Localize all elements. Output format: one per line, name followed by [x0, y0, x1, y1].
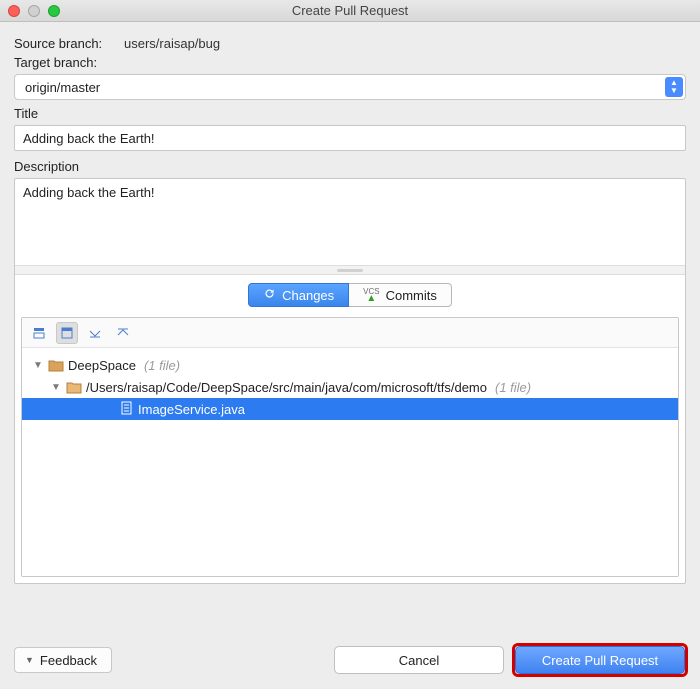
window-title: Create Pull Request [0, 3, 700, 18]
title-label-row: Title [14, 106, 686, 121]
group-by-icon[interactable] [28, 322, 50, 344]
tree-root-count: (1 file) [144, 358, 180, 373]
target-branch-select[interactable]: origin/master ▲▼ [14, 74, 686, 100]
cancel-label: Cancel [399, 653, 439, 668]
file-icon [120, 401, 134, 418]
source-branch-value: users/raisap/bug [124, 36, 220, 51]
collapse-all-icon[interactable] [112, 322, 134, 344]
changes-toolbar [22, 318, 678, 348]
chevron-updown-icon: ▲▼ [665, 77, 683, 97]
cancel-button[interactable]: Cancel [334, 646, 504, 674]
tree-file-label: ImageService.java [138, 402, 245, 417]
description-label: Description [14, 159, 79, 174]
tree-path[interactable]: ▼ /Users/raisap/Code/DeepSpace/src/main/… [28, 376, 672, 398]
folder-icon [48, 359, 64, 372]
footer: ▼ Feedback Cancel Create Pull Request [0, 633, 700, 689]
description-label-row: Description [14, 159, 686, 174]
source-branch-row: Source branch: users/raisap/bug [14, 36, 686, 51]
arrow-up-icon: ▲ [366, 295, 376, 303]
folder-icon [66, 381, 82, 394]
target-branch-label: Target branch: [14, 55, 97, 70]
description-area: Adding back the Earth! Changes VCS ▲ Com… [14, 178, 686, 584]
feedback-label: Feedback [40, 653, 97, 668]
chevron-down-icon: ▼ [50, 382, 62, 393]
expand-all-icon[interactable] [84, 322, 106, 344]
target-branch-value: origin/master [25, 80, 100, 95]
tab-changes-label: Changes [282, 288, 334, 303]
create-pr-highlight: Create Pull Request [514, 645, 686, 675]
feedback-button[interactable]: ▼ Feedback [14, 647, 112, 673]
changes-commits-tabs: Changes VCS ▲ Commits [21, 283, 679, 307]
tree-root[interactable]: ▼ DeepSpace (1 file) [28, 354, 672, 376]
refresh-icon [263, 287, 276, 303]
changes-panel: Changes VCS ▲ Commits [15, 275, 685, 583]
splitter-handle[interactable] [15, 265, 685, 275]
tree-path-label: /Users/raisap/Code/DeepSpace/src/main/ja… [86, 380, 487, 395]
title-label: Title [14, 106, 38, 121]
tab-commits-label: Commits [386, 288, 437, 303]
titlebar: Create Pull Request [0, 0, 700, 22]
chevron-down-icon: ▼ [25, 655, 34, 665]
tree-file-selected[interactable]: ImageService.java [22, 398, 678, 420]
tree-path-count: (1 file) [495, 380, 531, 395]
tab-changes[interactable]: Changes [248, 283, 349, 307]
changes-tree[interactable]: ▼ DeepSpace (1 file) ▼ /Users/raisap/Cod… [22, 348, 678, 426]
chevron-down-icon: ▼ [32, 360, 44, 371]
create-pr-label: Create Pull Request [542, 653, 658, 668]
changes-box: ▼ DeepSpace (1 file) ▼ /Users/raisap/Cod… [21, 317, 679, 577]
title-input-value: Adding back the Earth! [23, 131, 155, 146]
tree-root-label: DeepSpace [68, 358, 136, 373]
create-pull-request-button[interactable]: Create Pull Request [515, 646, 685, 674]
source-branch-label: Source branch: [14, 36, 124, 51]
description-value: Adding back the Earth! [23, 185, 155, 200]
description-input[interactable]: Adding back the Earth! [15, 179, 685, 265]
flatten-icon[interactable] [56, 322, 78, 344]
target-branch-label-row: Target branch: [14, 55, 686, 70]
title-input[interactable]: Adding back the Earth! [14, 125, 686, 151]
tab-commits[interactable]: VCS ▲ Commits [349, 283, 452, 307]
